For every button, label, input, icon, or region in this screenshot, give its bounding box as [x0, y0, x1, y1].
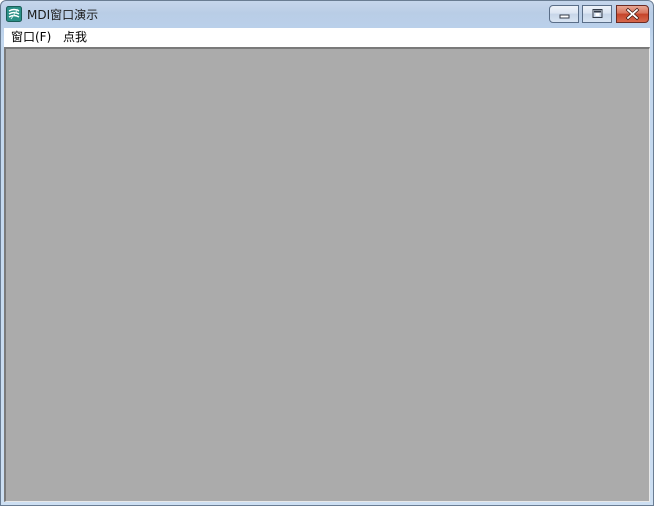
menu-item-window[interactable]: 窗口(F) [4, 29, 58, 46]
maximize-icon [592, 9, 603, 18]
minimize-button[interactable] [549, 5, 579, 23]
window-title: MDI窗口演示 [27, 8, 99, 22]
title-bar[interactable]: MDI窗口演示 [1, 1, 653, 28]
minimize-icon [559, 14, 570, 19]
menu-bar: 窗口(F) 点我 [4, 28, 650, 47]
mdi-client-area[interactable] [4, 47, 650, 502]
menu-item-click-me[interactable]: 点我 [56, 29, 94, 46]
main-window: MDI窗口演示 窗口(F) 点我 [0, 0, 654, 506]
client-area: 窗口(F) 点我 [4, 28, 650, 502]
app-icon[interactable] [6, 6, 22, 22]
close-icon [625, 7, 640, 21]
maximize-button[interactable] [582, 5, 612, 23]
close-button[interactable] [616, 5, 649, 23]
